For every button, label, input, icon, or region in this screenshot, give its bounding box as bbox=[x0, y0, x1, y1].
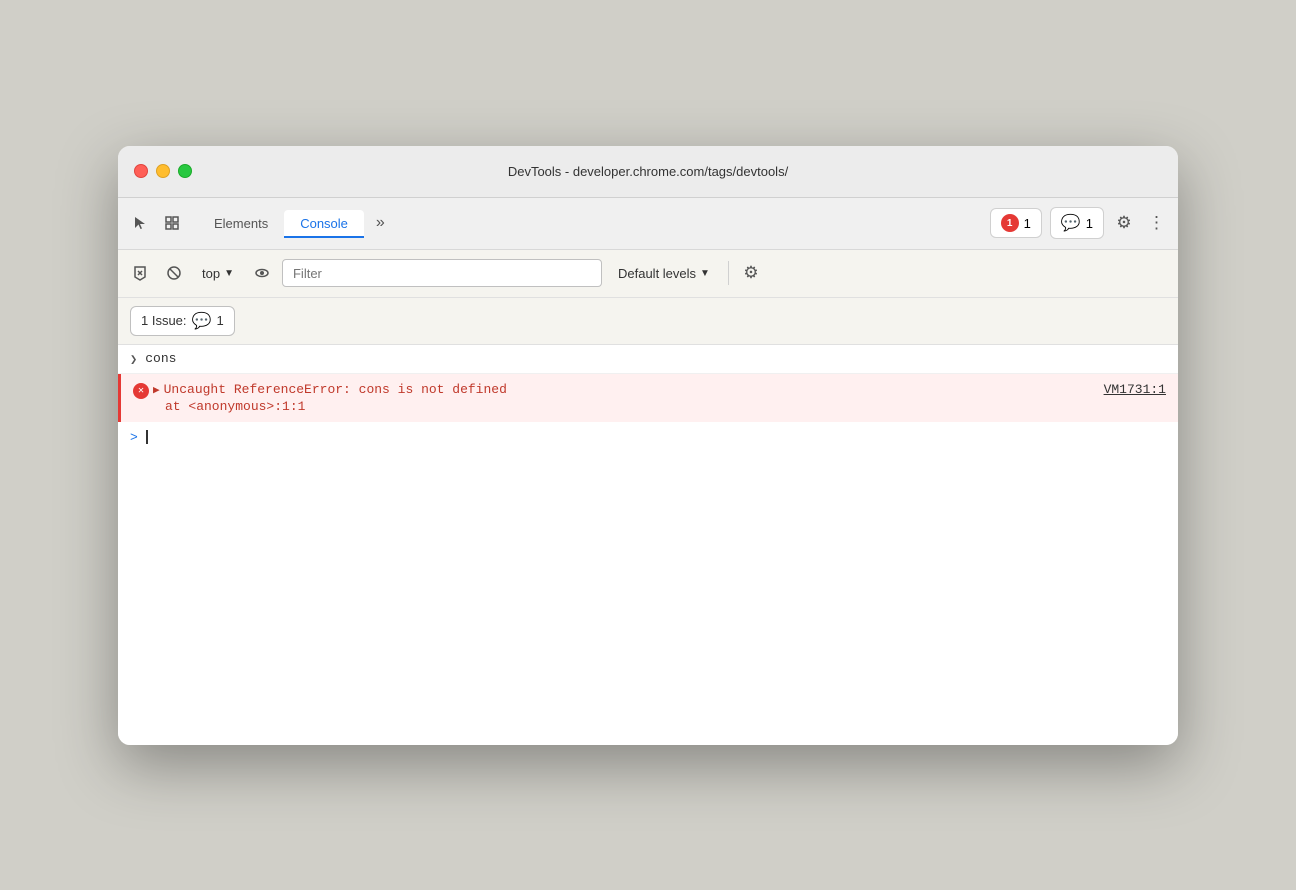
context-label: top bbox=[202, 266, 220, 281]
devtools-window: DevTools - developer.chrome.com/tags/dev… bbox=[118, 146, 1178, 745]
chat-icon: 💬 bbox=[1061, 213, 1081, 233]
eye-icon[interactable] bbox=[248, 259, 276, 287]
cursor bbox=[146, 430, 148, 444]
more-tabs-button[interactable]: » bbox=[368, 210, 393, 236]
titlebar: DevTools - developer.chrome.com/tags/dev… bbox=[118, 146, 1178, 198]
log-levels-label: Default levels bbox=[618, 266, 696, 281]
chevron-down-icon-levels: ▼ bbox=[700, 268, 710, 279]
log-levels-dropdown[interactable]: Default levels ▼ bbox=[608, 262, 720, 285]
clear-console-icon[interactable] bbox=[126, 259, 154, 287]
console-input-line: ❯ cons bbox=[118, 345, 1178, 374]
maximize-button[interactable] bbox=[178, 164, 192, 178]
context-selector[interactable]: top ▼ bbox=[194, 262, 242, 285]
issue-chat-icon: 💬 bbox=[192, 311, 212, 331]
tab-elements[interactable]: Elements bbox=[198, 210, 284, 237]
block-icon[interactable] bbox=[160, 259, 188, 287]
error-expand-chevron[interactable]: ▶ bbox=[153, 383, 160, 397]
message-count-label: 1 bbox=[1086, 216, 1093, 231]
minimize-button[interactable] bbox=[156, 164, 170, 178]
error-block: ✕ ▶ Uncaught ReferenceError: cons is not… bbox=[118, 374, 1178, 422]
main-toolbar: Elements Console » 1 1 💬 1 ⚙ ⋮ bbox=[118, 198, 1178, 250]
error-message-line1: Uncaught ReferenceError: cons is not def… bbox=[164, 382, 507, 397]
issue-button[interactable]: 1 Issue: 💬 1 bbox=[130, 306, 235, 336]
issue-count: 1 bbox=[216, 313, 223, 328]
issue-label: 1 Issue: bbox=[141, 313, 187, 328]
console-settings-icon[interactable]: ⚙ bbox=[737, 259, 765, 287]
issue-bar: 1 Issue: 💬 1 bbox=[118, 298, 1178, 345]
message-badge-button[interactable]: 💬 1 bbox=[1050, 207, 1104, 239]
toolbar-divider bbox=[728, 261, 729, 285]
cursor-icon[interactable] bbox=[126, 209, 154, 237]
tab-console[interactable]: Console bbox=[284, 210, 364, 237]
error-message-line2: at <anonymous>:1:1 bbox=[133, 399, 1166, 414]
close-button[interactable] bbox=[134, 164, 148, 178]
chevron-down-icon: ▼ bbox=[224, 268, 234, 279]
console-prompt-line[interactable]: > bbox=[118, 422, 1178, 453]
console-content: ❯ cons ✕ ▶ Uncaught ReferenceError: cons… bbox=[118, 345, 1178, 745]
expand-chevron[interactable]: ❯ bbox=[130, 352, 137, 367]
settings-icon[interactable]: ⚙ bbox=[1110, 209, 1138, 237]
error-count-label: 1 bbox=[1024, 216, 1031, 231]
inspect-icon[interactable] bbox=[158, 209, 186, 237]
tab-group: Elements Console bbox=[198, 210, 364, 237]
traffic-lights bbox=[134, 164, 192, 178]
error-count-badge: 1 bbox=[1001, 214, 1019, 232]
error-icon: ✕ bbox=[133, 383, 149, 399]
filter-input[interactable] bbox=[282, 259, 602, 287]
console-input-text: cons bbox=[145, 351, 176, 366]
error-main: ✕ ▶ Uncaught ReferenceError: cons is not… bbox=[133, 382, 1096, 399]
window-title: DevTools - developer.chrome.com/tags/dev… bbox=[508, 164, 788, 179]
error-header: ✕ ▶ Uncaught ReferenceError: cons is not… bbox=[133, 382, 1166, 399]
error-source-link[interactable]: VM1731:1 bbox=[1104, 382, 1166, 397]
console-toolbar: top ▼ Default levels ▼ ⚙ bbox=[118, 250, 1178, 298]
error-badge-button[interactable]: 1 1 bbox=[990, 208, 1042, 238]
prompt-symbol: > bbox=[130, 430, 138, 445]
more-options-icon[interactable]: ⋮ bbox=[1142, 209, 1170, 237]
